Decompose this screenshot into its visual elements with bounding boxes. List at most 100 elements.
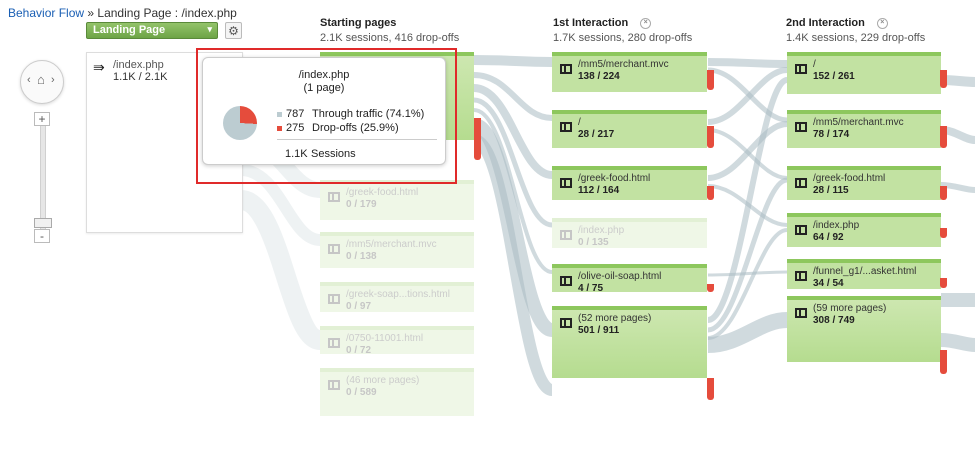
zoom-out-button[interactable]: - [34,229,50,243]
dropoff-bar [707,186,714,200]
node-count: 0 / 589 [346,387,377,398]
dropoff-bar [940,228,947,238]
node-count: 28 / 115 [813,185,849,196]
node-name: /mm5/merchant.mvc [813,117,904,128]
column-summary: 2.1K sessions, 416 drop-offs [320,32,460,44]
dropoff-bar [940,126,947,148]
starting-node[interactable]: /greek-soap...tions.html 0 / 97 [320,282,474,312]
dropoff-bar [940,70,947,88]
starting-node[interactable]: (46 more pages) 0 / 589 [320,368,474,416]
node-name: /olive-oil-soap.html [578,271,662,282]
node-name: /greek-food.html [813,173,886,184]
node-count: 0 / 138 [346,251,377,262]
starting-node[interactable]: /mm5/merchant.mvc 0 / 138 [320,232,474,268]
landing-arrow-icon: ⇛ [93,59,105,75]
dropoff-bar [940,186,947,200]
dropoff-bar [474,118,481,160]
node-name: /mm5/merchant.mvc [578,59,669,70]
page-icon [328,380,340,390]
pan-right-icon[interactable]: › [51,74,55,86]
breadcrumb-separator: » [87,6,95,20]
node-count: 64 / 92 [813,232,844,243]
pan-navigation[interactable]: ‹ ⌂ › [20,60,64,104]
node-count: 78 / 174 [813,129,850,140]
node-name: /funnel_g1/...asket.html [813,266,917,277]
first-node[interactable]: /index.php 0 / 135 [552,218,707,248]
node-count: 28 / 217 [578,129,615,140]
zoom-in-button[interactable]: + [34,112,50,126]
page-icon [328,294,340,304]
first-node[interactable]: (52 more pages) 501 / 911 [552,306,707,378]
node-name: /greek-soap...tions.html [346,289,450,300]
node-name: / [813,59,816,70]
dropoff-bar [707,378,714,400]
node-count: 0 / 72 [346,345,372,356]
node-name: /greek-food.html [346,187,419,198]
dropoff-bar [707,126,714,148]
page-icon [795,178,807,188]
highlight-box [196,48,457,184]
starting-node[interactable]: /greek-food.html 0 / 179 [320,180,474,220]
second-node[interactable]: /mm5/merchant.mvc 78 / 174 [787,110,941,148]
node-name: /index.php [813,220,860,231]
first-node[interactable]: / 28 / 217 [552,110,707,148]
first-node[interactable]: /greek-food.html 112 / 164 [552,166,707,200]
first-node[interactable]: /mm5/merchant.mvc 138 / 224 [552,52,707,92]
second-node[interactable]: /index.php 64 / 92 [787,213,941,247]
node-count: 138 / 224 [578,71,620,82]
gear-icon[interactable]: ⚙ [225,22,242,39]
second-node[interactable]: / 152 / 261 [787,52,941,94]
page-icon [795,64,807,74]
landing-page-title: /index.php [113,59,164,71]
page-icon [560,230,572,240]
dimension-dropdown-value: Landing Page [93,24,166,36]
page-icon [560,122,572,132]
dimension-dropdown[interactable]: Landing Page ▾ [86,22,218,39]
node-count: 501 / 911 [578,325,620,336]
node-count: 112 / 164 [578,185,620,196]
breadcrumb-root-link[interactable]: Behavior Flow [8,6,84,20]
dropoff-bar [707,70,714,90]
starting-node[interactable]: /0750-11001.html 0 / 72 [320,326,474,356]
column-title: 1st Interaction [553,17,629,29]
node-name: / [578,117,581,128]
page-icon [560,318,572,328]
column-header-first: 1st Interaction × 1.7K sessions, 280 drop… [553,17,692,44]
first-node[interactable]: /olive-oil-soap.html 4 / 75 [552,264,707,294]
page-icon [328,244,340,254]
page-icon [795,122,807,132]
node-name: (59 more pages) [813,303,887,314]
breadcrumb: Behavior Flow » Landing Page : /index.ph… [8,6,237,20]
node-count: 0 / 179 [346,199,377,210]
page-icon [795,271,807,281]
second-node[interactable]: (59 more pages) 308 / 749 [787,296,941,362]
column-summary: 1.4K sessions, 229 drop-offs [786,32,926,44]
second-node[interactable]: /greek-food.html 28 / 115 [787,166,941,200]
page-icon [560,178,572,188]
node-name: (46 more pages) [346,375,420,386]
column-title: 2nd Interaction [786,17,865,29]
home-icon[interactable]: ⌂ [37,72,45,87]
close-icon[interactable]: × [640,17,652,29]
landing-page-stats: 1.1K / 2.1K [113,71,168,83]
pan-left-icon[interactable]: ‹ [27,74,31,86]
column-title: Starting pages [320,17,397,29]
zoom-slider-handle[interactable] [34,218,52,228]
page-icon [328,192,340,202]
close-icon[interactable]: × [876,17,888,29]
node-count: 308 / 749 [813,315,855,326]
column-header-second: 2nd Interaction × 1.4K sessions, 229 drop… [786,17,925,44]
node-name: /mm5/merchant.mvc [346,239,437,250]
column-header-starting: Starting pages 2.1K sessions, 416 drop-o… [320,17,459,44]
second-node[interactable]: /funnel_g1/...asket.html 34 / 54 [787,259,941,289]
node-name: /greek-food.html [578,173,651,184]
node-count: 34 / 54 [813,278,844,289]
dropoff-bar [940,350,947,374]
node-count: 0 / 97 [346,301,372,312]
page-icon [328,338,340,348]
page-icon [560,276,572,286]
node-count: 4 / 75 [578,283,604,294]
node-count: 152 / 261 [813,71,855,82]
column-summary: 1.7K sessions, 280 drop-offs [553,32,693,44]
node-name: (52 more pages) [578,313,652,324]
